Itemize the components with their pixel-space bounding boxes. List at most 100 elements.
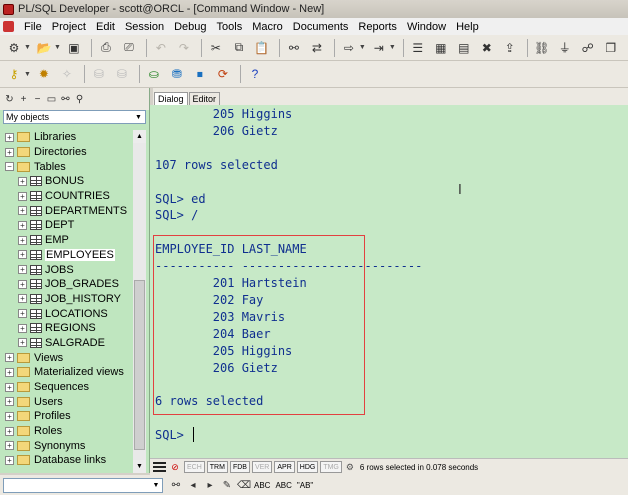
tree-item-table[interactable]: + JOB_GRADES [0,277,132,292]
chevron-down-icon[interactable]: ▼ [151,479,161,492]
menu-file[interactable]: File [19,21,47,33]
save-icon[interactable]: ▣ [64,38,84,58]
key-icon[interactable]: ⚷ [4,64,24,84]
tree-item-table[interactable]: + EMP [0,233,132,248]
db-icon[interactable]: ⛁ [89,64,109,84]
menu-help[interactable]: Help [451,21,484,33]
tree-item-table[interactable]: + JOB_HISTORY [0,292,132,307]
tree-item-folder[interactable]: + Database links [0,453,132,468]
rollback-icon[interactable]: ⛃ [167,64,187,84]
status-indicator[interactable]: VER [251,461,273,473]
find-next-icon[interactable]: ▸ [203,478,217,492]
tree-item-folder[interactable]: + Profiles [0,409,132,424]
match-case-button[interactable]: ABC [254,481,270,490]
object-filter-select[interactable]: My objects ▼ [3,110,146,124]
chevron-down-icon[interactable]: ▼ [24,44,31,51]
error-icon[interactable]: ⊘ [169,461,181,473]
expand-icon[interactable]: + [5,441,14,451]
chevron-down-icon[interactable]: ▼ [133,111,144,123]
tree-item-folder[interactable]: + Materialized views [0,365,132,380]
expand-icon[interactable]: + [18,220,27,230]
scroll-up-icon[interactable]: ▲ [133,130,146,143]
delete-icon[interactable]: ✖ [477,38,497,58]
binoculars-icon[interactable]: ⚯ [59,93,72,106]
execute-icon[interactable]: ⇨ [339,38,359,58]
status-indicator[interactable]: ECH [184,461,205,473]
find-icon[interactable]: ⚯ [284,38,304,58]
command-output[interactable]: SQL> 6 rows selected 206 Gietz 205 Higgi… [150,105,628,458]
tab-editor[interactable]: Editor [188,92,221,105]
folder-tree-icon[interactable]: ▭ [45,93,58,106]
tree-item-table[interactable]: + COUNTRIES [0,189,132,204]
expand-icon[interactable]: + [5,367,14,377]
menu-macro[interactable]: Macro [247,21,288,33]
expand-icon[interactable]: + [18,265,27,275]
tree-item-folder[interactable]: + Libraries [0,130,132,145]
list-icon[interactable]: ☰ [408,38,428,58]
expand-icon[interactable]: + [5,426,14,436]
expand-icon[interactable]: + [18,206,27,216]
expand-icon[interactable]: + [5,353,14,363]
stop-icon[interactable]: ⏹ [190,64,210,84]
tree-item-folder[interactable]: + Synonyms [0,438,132,453]
tree-item-table[interactable]: + BONUS [0,174,132,189]
binoculars-icon[interactable]: ⚯ [169,478,183,492]
menu-documents[interactable]: Documents [288,21,354,33]
step-icon[interactable]: ⇥ [369,38,389,58]
expand-icon[interactable]: + [18,279,27,289]
commit-icon[interactable]: ⛀ [144,64,164,84]
expand-icon[interactable]: + [18,191,27,201]
db2-icon[interactable]: ⛁ [112,64,132,84]
tree-item-table[interactable]: + DEPT [0,218,132,233]
add-icon[interactable]: + [17,93,30,106]
expand-icon[interactable]: + [5,397,14,407]
menu-window[interactable]: Window [402,21,451,33]
expand-icon[interactable]: + [18,309,27,319]
tree-item-folder[interactable]: + Roles [0,424,132,439]
chevron-down-icon[interactable]: ▼ [54,44,61,51]
print-preview-icon[interactable]: ⎚ [119,38,139,58]
regex-button[interactable]: "AB" [297,481,313,490]
plug-icon[interactable]: ⏚ [555,38,575,58]
status-indicator[interactable]: FDB [229,461,250,473]
scrollbar-thumb[interactable] [134,280,145,450]
cut-icon[interactable]: ✂ [206,38,226,58]
expand-icon[interactable]: + [18,323,27,333]
table-icon[interactable]: ▦ [431,38,451,58]
tree-item-table[interactable]: + DEPARTMENTS [0,203,132,218]
session-icon[interactable]: ☍ [578,38,598,58]
wand-icon[interactable]: ✧ [57,64,77,84]
expand-icon[interactable]: + [18,235,27,245]
collapse-icon[interactable]: − [5,162,14,172]
find-object-icon[interactable]: ⚲ [73,93,86,106]
copy-icon[interactable]: ⧉ [229,38,249,58]
tree-item-folder[interactable]: + Users [0,394,132,409]
find-replace-icon[interactable]: ⇄ [307,38,327,58]
menu-project[interactable]: Project [47,21,91,33]
menu-reports[interactable]: Reports [353,21,402,33]
status-indicator[interactable]: TRM [206,461,228,473]
clear-icon[interactable]: ⌫ [237,478,251,492]
paste-icon[interactable]: 📋 [252,38,272,58]
tree-item-table[interactable]: + LOCATIONS [0,306,132,321]
status-indicator[interactable]: APR [274,461,295,473]
window-list-icon[interactable]: ❐ [601,38,621,58]
tree-item-table[interactable]: + JOBS [0,262,132,277]
refresh-icon[interactable]: ↻ [3,93,16,106]
tree-item-table[interactable]: + REGIONS [0,321,132,336]
chevron-down-icon[interactable]: ▼ [24,71,31,78]
expand-icon[interactable]: + [18,176,27,186]
export-icon[interactable]: ⇪ [500,38,520,58]
tree-item-folder[interactable]: + Sequences [0,380,132,395]
menu-edit[interactable]: Edit [91,21,120,33]
remove-icon[interactable]: − [31,93,44,106]
expand-icon[interactable]: + [5,132,14,142]
grid-icon[interactable]: ▤ [454,38,474,58]
tab-dialog[interactable]: Dialog [154,92,188,105]
tree-item-folder[interactable]: + Directories [0,145,132,160]
tree-item-folder[interactable]: + Views [0,350,132,365]
find-input[interactable]: ▼ [3,477,163,493]
expand-icon[interactable]: + [18,250,27,260]
open-folder-icon[interactable]: 📂 [34,38,54,58]
chevron-down-icon[interactable]: ▼ [389,44,396,51]
